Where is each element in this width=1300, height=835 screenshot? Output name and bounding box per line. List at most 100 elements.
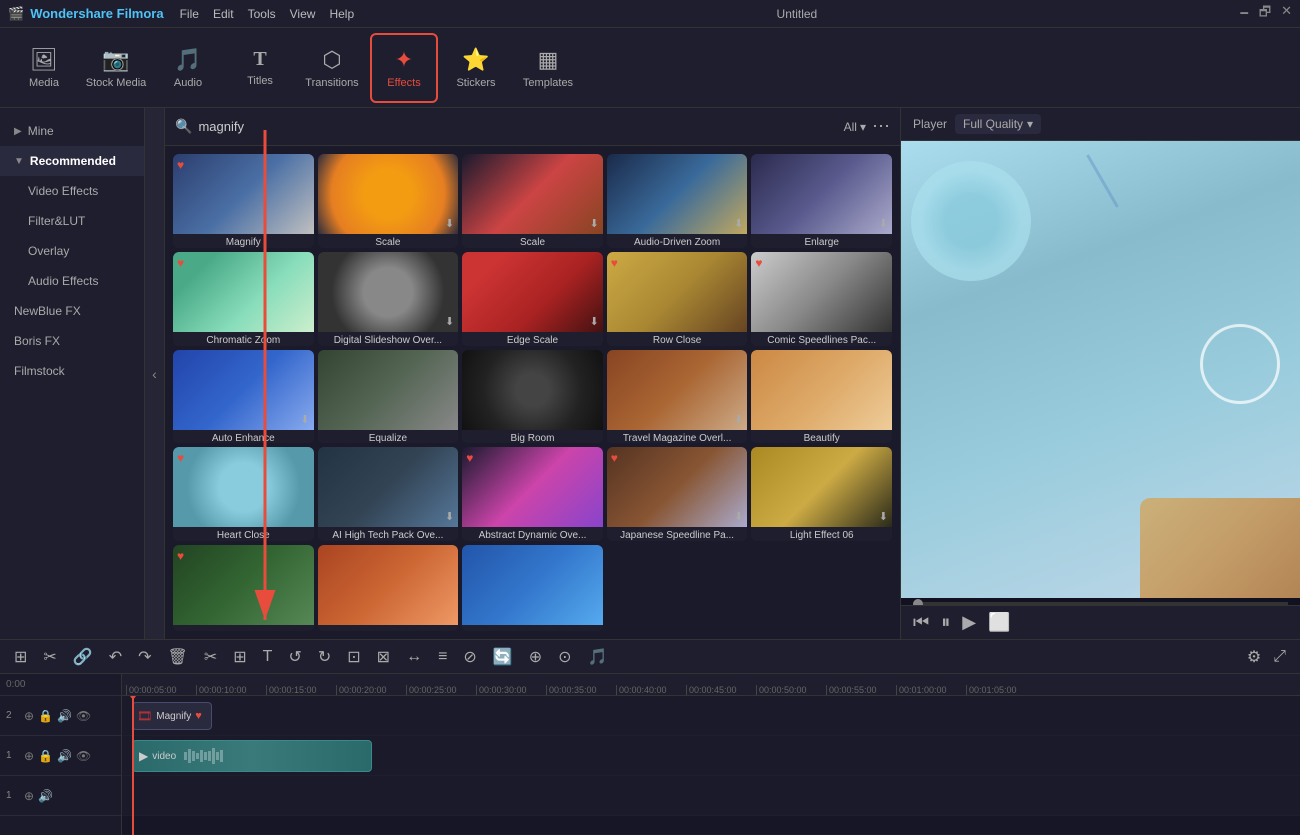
track1-speaker-btn[interactable]: 🔊: [57, 749, 72, 763]
toolbar-audio[interactable]: 🎵 Audio: [154, 33, 222, 103]
sidebar-item-audio-effects[interactable]: Audio Effects: [0, 266, 144, 296]
timeline-settings-btn[interactable]: ⚙: [1247, 647, 1261, 667]
more-options-btn[interactable]: ⋯: [872, 116, 890, 137]
effect-item-more2[interactable]: [318, 545, 459, 631]
effect-item-autoenhance[interactable]: ⬇Auto Enhance: [173, 350, 314, 444]
track-speaker-btn[interactable]: 🔊: [57, 709, 72, 723]
effect-item-edge[interactable]: ⬇Edge Scale: [462, 252, 603, 346]
track-eye-btn[interactable]: 👁: [76, 709, 91, 723]
player-play-btn[interactable]: ▶: [962, 612, 976, 633]
effect-download-icon[interactable]: ⬇: [445, 217, 454, 230]
menu-tools[interactable]: Tools: [248, 7, 276, 21]
effect-heart-icon[interactable]: ♥: [611, 256, 618, 270]
timeline-redo-btn[interactable]: ↷: [134, 645, 155, 669]
effect-heart-icon[interactable]: ♥: [177, 549, 184, 563]
effect-item-enlarge[interactable]: ⬇Enlarge: [751, 154, 892, 248]
minimize-btn[interactable]: 🗕: [1240, 3, 1249, 25]
timeline-crop-btn[interactable]: ⊡: [343, 645, 364, 669]
effect-download-icon[interactable]: ⬇: [879, 510, 888, 523]
effect-item-japanese[interactable]: ♥⬇Japanese Speedline Pa...: [607, 447, 748, 541]
toolbar-effects[interactable]: ✦ Effects: [370, 33, 438, 103]
sidebar-item-recommended[interactable]: ▼ Recommended: [0, 146, 144, 176]
sidebar-item-filter-lut[interactable]: Filter&LUT: [0, 206, 144, 236]
track-audio-speaker-btn[interactable]: 🔊: [38, 789, 53, 803]
timeline-link-btn[interactable]: 🔗: [69, 645, 97, 669]
player-pause-btn[interactable]: ⏸: [941, 612, 950, 633]
effect-item-equalize[interactable]: Equalize: [318, 350, 459, 444]
timeline-title-btn[interactable]: T: [259, 646, 277, 668]
effect-item-rowclose[interactable]: ♥Row Close: [607, 252, 748, 346]
timeline-add-btn[interactable]: ⊕: [525, 645, 546, 669]
effect-item-scale2[interactable]: ⬇Scale: [462, 154, 603, 248]
timeline-audio-btn[interactable]: 🎵: [584, 645, 612, 669]
effect-item-audio-zoom[interactable]: ⬇Audio-Driven Zoom: [607, 154, 748, 248]
effect-download-icon[interactable]: ⬇: [590, 315, 599, 328]
timeline-stabilize-btn[interactable]: ⊘: [459, 645, 480, 669]
effect-item-scale1[interactable]: ⬇Scale: [318, 154, 459, 248]
effect-heart-icon[interactable]: ♥: [177, 256, 184, 270]
effect-download-icon[interactable]: ⬇: [445, 510, 454, 523]
effect-download-icon[interactable]: ⬇: [734, 217, 743, 230]
timeline-pan-btn[interactable]: ⊠: [373, 645, 394, 669]
video-clip[interactable]: ▶ video: [132, 740, 372, 772]
menu-help[interactable]: Help: [329, 7, 354, 21]
toolbar-media[interactable]: 🖼 Media: [10, 33, 78, 103]
timeline-expand-btn[interactable]: ⤢: [1269, 646, 1290, 668]
maximize-btn[interactable]: 🗗: [1259, 3, 1271, 25]
track1-lock-btn[interactable]: 🔒: [38, 749, 53, 763]
timeline-transition2-btn[interactable]: 🔄: [489, 645, 517, 669]
timeline-voice-btn[interactable]: ≡: [434, 646, 451, 668]
effect-item-beautify[interactable]: Beautify: [751, 350, 892, 444]
track-lock-btn[interactable]: 🔒: [38, 709, 53, 723]
track-add-btn[interactable]: ⊕: [24, 709, 34, 723]
effect-heart-icon[interactable]: ♥: [755, 256, 762, 270]
toolbar-titles[interactable]: T Titles: [226, 33, 294, 103]
timeline-delete-btn[interactable]: 🗑: [164, 645, 192, 669]
close-btn[interactable]: ✕: [1281, 3, 1292, 25]
toolbar-templates[interactable]: ▦ Templates: [514, 33, 582, 103]
effect-item-more3[interactable]: [462, 545, 603, 631]
effect-item-aitech[interactable]: ⬇AI High Tech Pack Ove...: [318, 447, 459, 541]
effect-item-comic[interactable]: ♥Comic Speedlines Pac...: [751, 252, 892, 346]
timeline-speed-btn[interactable]: ↔: [402, 646, 426, 668]
player-fullscreen-btn[interactable]: ⬜: [988, 612, 1010, 633]
quality-select[interactable]: Full Quality ▾: [955, 114, 1041, 134]
effect-download-icon[interactable]: ⬇: [590, 217, 599, 230]
effect-item-lighteffect[interactable]: ⬇Light Effect 06: [751, 447, 892, 541]
effect-item-chromatic[interactable]: ♥Chromatic Zoom: [173, 252, 314, 346]
effect-heart-icon[interactable]: ♥: [611, 451, 618, 465]
effect-item-travel[interactable]: ⬇Travel Magazine Overl...: [607, 350, 748, 444]
player-skip-back-btn[interactable]: ⏮: [913, 612, 929, 633]
sidebar-item-video-effects[interactable]: Video Effects: [0, 176, 144, 206]
timeline-rotate-btn[interactable]: ↺: [284, 645, 305, 669]
effect-download-icon[interactable]: ⬇: [734, 413, 743, 426]
effect-item-magnify[interactable]: ♥Magnify: [173, 154, 314, 248]
sidebar-item-boris-fx[interactable]: Boris FX: [0, 326, 144, 356]
timeline-split-btn[interactable]: ✂: [200, 645, 221, 669]
timeline-layout-btn[interactable]: ⊞: [10, 645, 31, 669]
sidebar-collapse-btn[interactable]: ‹: [145, 108, 165, 639]
effect-download-icon[interactable]: ⬇: [879, 217, 888, 230]
timeline-snap-btn[interactable]: ⊙: [554, 645, 575, 669]
track-audio-add-btn[interactable]: ⊕: [24, 789, 34, 803]
timeline-group-btn[interactable]: ⊞: [229, 645, 250, 669]
effect-item-heartclose[interactable]: ♥Heart Close: [173, 447, 314, 541]
sidebar-item-newblue-fx[interactable]: NewBlue FX: [0, 296, 144, 326]
timeline-flip-btn[interactable]: ↻: [314, 645, 335, 669]
toolbar-transitions[interactable]: ⬡ Transitions: [298, 33, 366, 103]
sidebar-item-mine[interactable]: ▶ Mine: [0, 116, 144, 146]
effect-item-bigroom[interactable]: Big Room: [462, 350, 603, 444]
effect-download-icon[interactable]: ⬇: [445, 315, 454, 328]
timeline-cut-btn[interactable]: ✂: [39, 645, 60, 669]
track1-eye-btn[interactable]: 👁: [76, 749, 91, 763]
effect-item-digital[interactable]: ⬇Digital Slideshow Over...: [318, 252, 459, 346]
effect-heart-icon[interactable]: ♥: [177, 451, 184, 465]
sidebar-item-filmstock[interactable]: Filmstock: [0, 356, 144, 386]
effect-download-icon[interactable]: ⬇: [734, 510, 743, 523]
toolbar-stock[interactable]: 📷 Stock Media: [82, 33, 150, 103]
toolbar-stickers[interactable]: ⭐ Stickers: [442, 33, 510, 103]
effect-clip-magnify[interactable]: 🎞 Magnify ♥: [132, 702, 212, 730]
effect-heart-icon[interactable]: ♥: [177, 158, 184, 172]
effect-item-abstract[interactable]: ♥Abstract Dynamic Ove...: [462, 447, 603, 541]
effect-download-icon[interactable]: ⬇: [300, 413, 309, 426]
